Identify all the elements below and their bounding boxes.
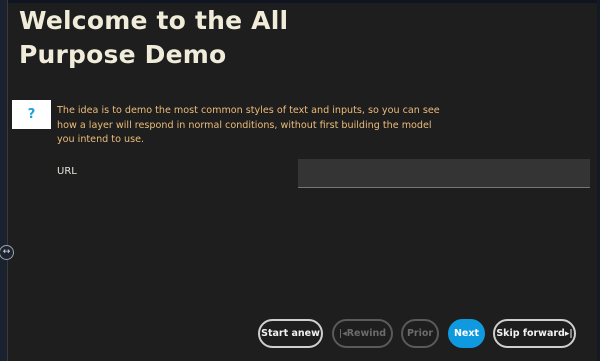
skip-forward-icon: ▸| bbox=[564, 328, 573, 339]
url-input[interactable] bbox=[298, 159, 590, 188]
rewind-label: Rewind bbox=[346, 328, 387, 339]
page-title: Welcome to the All Purpose Demo bbox=[19, 6, 289, 69]
rewind-icon: |◂ bbox=[338, 328, 347, 339]
resize-horizontal-icon: ↔ bbox=[2, 247, 11, 257]
skip-forward-label: Skip forward bbox=[496, 328, 565, 339]
prior-button[interactable]: Prior bbox=[401, 319, 439, 348]
start-anew-button[interactable]: Start anew bbox=[258, 319, 323, 348]
left-panel-edge bbox=[0, 0, 7, 361]
next-button[interactable]: Next bbox=[448, 319, 485, 348]
question-icon: ? bbox=[27, 107, 36, 122]
app-window: Welcome to the All Purpose Demo ? The id… bbox=[0, 0, 600, 361]
help-button[interactable]: ? bbox=[12, 100, 51, 129]
window-top-edge bbox=[0, 0, 600, 3]
resize-handle[interactable]: ↔ bbox=[0, 245, 14, 260]
intro-text: The idea is to demo the most common styl… bbox=[57, 105, 440, 146]
url-label: URL bbox=[57, 166, 77, 177]
panel-divider-line bbox=[7, 0, 8, 361]
next-label: Next bbox=[453, 328, 480, 339]
prior-label: Prior bbox=[406, 328, 434, 339]
skip-forward-button[interactable]: Skip forward ▸| bbox=[493, 319, 576, 348]
start-anew-label: Start anew bbox=[261, 328, 320, 339]
rewind-button[interactable]: |◂ Rewind bbox=[332, 319, 393, 348]
